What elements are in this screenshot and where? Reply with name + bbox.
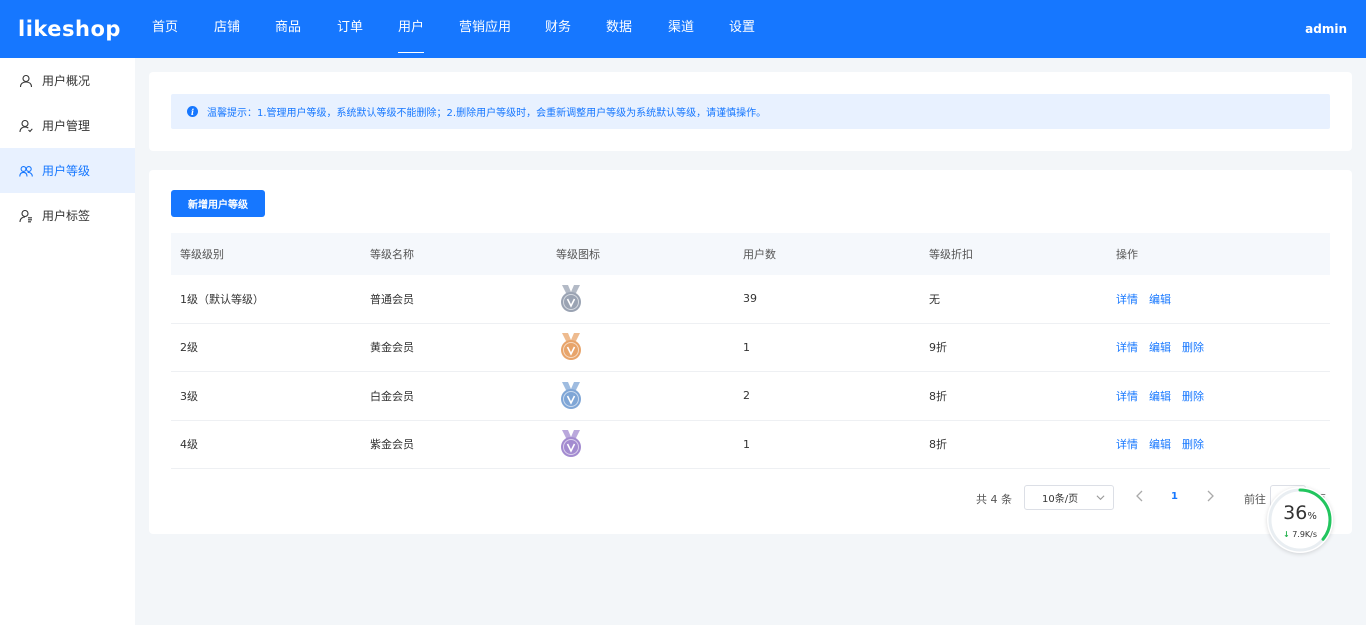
nav-item-1[interactable]: 店铺: [214, 0, 240, 58]
count-cell: 1: [743, 340, 750, 354]
level-cell: 2级: [180, 341, 198, 355]
table-row: 2级 黄金会员 1 9折 详情 编辑 删除: [171, 324, 1330, 372]
edit-link[interactable]: 编辑: [1149, 388, 1171, 404]
ops-cell: 详情 编辑 删除: [1116, 436, 1215, 452]
user-level-table: 等级级别 等级名称 等级图标 用户数 等级折扣 操作 1级（默认等级） 普通会员 39 无详情编…: [171, 233, 1330, 469]
tip-text: 温馨提示：1.管理用户等级，系统默认等级不能删除；2.删除用户等级时，会重新调整…: [207, 108, 767, 119]
user-group-icon: [19, 164, 33, 178]
nav-item-3[interactable]: 订单: [337, 0, 363, 58]
table-row: 3级 白金会员 2 8折 详情 编辑 删除: [171, 372, 1330, 421]
nav-item-6[interactable]: 财务: [545, 0, 571, 58]
arrow-down-icon: ↓: [1282, 530, 1290, 539]
nav-item-5[interactable]: 营销应用: [459, 0, 511, 58]
goto-label: 前往: [1244, 493, 1266, 506]
tip-banner: i 温馨提示：1.管理用户等级，系统默认等级不能删除；2.删除用户等级时，会重新…: [171, 94, 1330, 129]
column-header: 等级级别: [180, 248, 224, 261]
discount-cell: 8折: [929, 438, 947, 452]
edit-link[interactable]: 编辑: [1149, 339, 1171, 355]
sidebar-item-1[interactable]: 用户管理: [0, 103, 135, 148]
user-manage-icon: [19, 119, 33, 133]
nav-item-2[interactable]: 商品: [275, 0, 301, 58]
user-menu[interactable]: admin: [1305, 0, 1347, 58]
level-cell: 3级: [180, 389, 198, 403]
table-row: 4级 紫金会员 1 8折 详情 编辑 删除: [171, 421, 1330, 469]
sidebar-item-2[interactable]: 用户等级: [0, 148, 135, 193]
tip-card: i 温馨提示：1.管理用户等级，系统默认等级不能删除；2.删除用户等级时，会重新…: [149, 72, 1352, 151]
prev-page-button[interactable]: [1135, 490, 1145, 505]
detail-link[interactable]: 详情: [1116, 339, 1138, 355]
name-cell: 白金会员: [370, 389, 414, 403]
medal-icon: [556, 332, 586, 362]
user-icon: [19, 74, 33, 88]
sidebar-item-label: 用户概况: [42, 74, 91, 88]
nav-item-0[interactable]: 首页: [152, 0, 178, 58]
sidebar-item-0[interactable]: 用户概况: [0, 58, 135, 103]
medal-icon: [556, 381, 586, 411]
level-cell: 4级: [180, 438, 198, 452]
table-row: 1级（默认等级） 普通会员 39 无 详情 编辑: [171, 275, 1330, 324]
sidebar-item-label: 用户等级: [42, 164, 91, 178]
nav-item-8[interactable]: 渠道: [668, 0, 694, 58]
top-navbar: likeshop 首页 店铺 商品 订单 用户 营销应用 财务 数据 渠道 设置 admin: [0, 0, 1366, 58]
level-list-card: 新增用户等级 等级级别 等级名称 等级图标 用户数 等级折扣 操作 1级（默认等级） 普通会…: [149, 170, 1352, 534]
count-cell: 1: [743, 437, 750, 451]
user-tag-icon: [19, 209, 33, 223]
nav-item-4[interactable]: 用户: [398, 0, 425, 58]
chevron-right-icon: [1207, 490, 1214, 502]
brand-logo[interactable]: likeshop: [0, 17, 135, 41]
network-speed: ↓ 7.9K/s: [1282, 530, 1318, 539]
ops-cell: 详情 编辑 删除: [1116, 388, 1215, 404]
page-number[interactable]: 1: [1171, 491, 1178, 502]
delete-link[interactable]: 删除: [1182, 388, 1204, 404]
column-header: 等级名称: [370, 248, 414, 261]
name-cell: 紫金会员: [370, 438, 414, 452]
column-header: 等级折扣: [929, 248, 973, 261]
name-cell: 普通会员: [370, 292, 414, 306]
detail-link[interactable]: 详情: [1116, 291, 1138, 307]
detail-link[interactable]: 详情: [1116, 436, 1138, 452]
discount-cell: 9折: [929, 341, 947, 355]
count-cell: 39: [743, 292, 757, 306]
network-percent: 36%: [1283, 502, 1317, 524]
edit-link[interactable]: 编辑: [1149, 291, 1171, 307]
ops-cell: 详情 编辑: [1116, 291, 1182, 307]
delete-link[interactable]: 删除: [1182, 436, 1204, 452]
count-cell: 2: [743, 389, 750, 403]
column-header: 操作: [1116, 248, 1138, 261]
discount-cell: 无: [929, 292, 940, 306]
page-size-value: 10条/页: [1042, 494, 1079, 505]
chevron-down-icon: [1096, 493, 1105, 505]
page-size-select[interactable]: 10条/页: [1024, 485, 1114, 510]
sidebar-item-label: 用户标签: [42, 209, 91, 223]
add-user-level-button[interactable]: 新增用户等级: [171, 190, 265, 217]
next-page-button[interactable]: [1205, 490, 1215, 505]
delete-link[interactable]: 删除: [1182, 339, 1204, 355]
nav-item-7[interactable]: 数据: [606, 0, 632, 58]
edit-link[interactable]: 编辑: [1149, 436, 1171, 452]
table-header: 等级级别 等级名称 等级图标 用户数 等级折扣 操作: [171, 233, 1330, 275]
pagination-total: 共 4 条: [976, 493, 1012, 506]
medal-icon: [556, 284, 586, 314]
ops-cell: 详情 编辑 删除: [1116, 339, 1215, 355]
network-speed-widget[interactable]: 36% ↓ 7.9K/s: [1267, 487, 1333, 553]
nav-item-9[interactable]: 设置: [729, 0, 755, 58]
column-header: 等级图标: [556, 248, 600, 261]
info-icon: i: [187, 106, 198, 117]
sidebar-item-3[interactable]: 用户标签: [0, 193, 135, 238]
chevron-left-icon: [1136, 490, 1143, 502]
sidebar: 用户概况用户管理用户等级用户标签: [0, 58, 135, 625]
detail-link[interactable]: 详情: [1116, 388, 1138, 404]
name-cell: 黄金会员: [370, 341, 414, 355]
column-header: 用户数: [743, 248, 776, 261]
level-cell: 1级（默认等级）: [180, 292, 264, 306]
discount-cell: 8折: [929, 389, 947, 403]
pagination: 共 4 条 10条/页 1 前往 页: [149, 485, 1352, 511]
sidebar-item-label: 用户管理: [42, 119, 91, 133]
medal-icon: [556, 429, 586, 459]
